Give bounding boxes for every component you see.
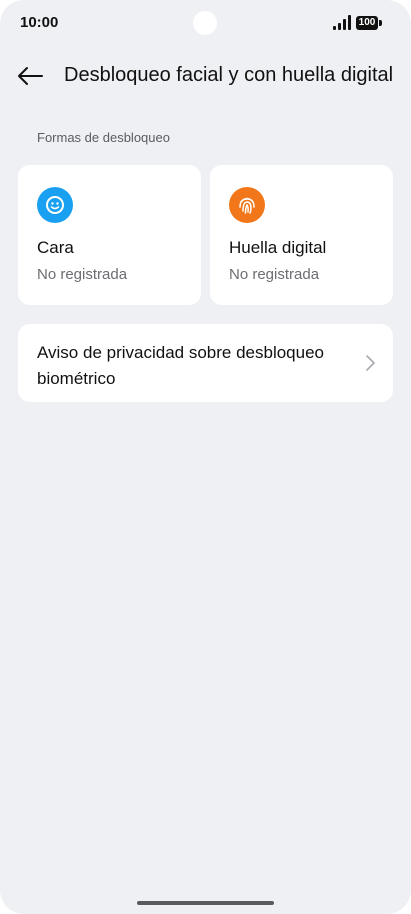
screen: 10:00 100 Desbloqueo facial y con huella… bbox=[0, 0, 411, 914]
fingerprint-icon bbox=[229, 187, 265, 223]
face-icon bbox=[37, 187, 73, 223]
arrow-left-icon bbox=[18, 67, 43, 85]
method-title: Huella digital bbox=[229, 238, 327, 257]
header: Desbloqueo facial y con huella digital bbox=[0, 52, 411, 100]
method-title: Cara bbox=[37, 238, 74, 257]
method-status: No registrada bbox=[37, 266, 128, 283]
battery-icon: 100 bbox=[356, 16, 382, 30]
page-title: Desbloqueo facial y con huella digital bbox=[64, 64, 394, 86]
privacy-notice-row[interactable]: Aviso de privacidad sobre desbloqueo bio… bbox=[18, 324, 393, 402]
back-button[interactable] bbox=[10, 56, 50, 96]
status-time: 10:00 bbox=[20, 14, 59, 31]
status-bar: 10:00 100 bbox=[0, 0, 411, 46]
section-label: Formas de desbloqueo bbox=[37, 130, 170, 145]
chevron-right-icon bbox=[366, 355, 375, 371]
privacy-notice-label: Aviso de privacidad sobre desbloqueo bio… bbox=[37, 343, 324, 388]
face-unlock-card[interactable]: Cara No registrada bbox=[18, 165, 201, 305]
battery-tip bbox=[379, 20, 382, 26]
method-status: No registrada bbox=[229, 266, 320, 283]
signal-icon bbox=[333, 15, 351, 30]
camera-cutout bbox=[193, 11, 217, 35]
fingerprint-unlock-card[interactable]: Huella digital No registrada bbox=[210, 165, 393, 305]
home-indicator[interactable] bbox=[137, 901, 274, 905]
battery-level: 100 bbox=[356, 16, 378, 30]
